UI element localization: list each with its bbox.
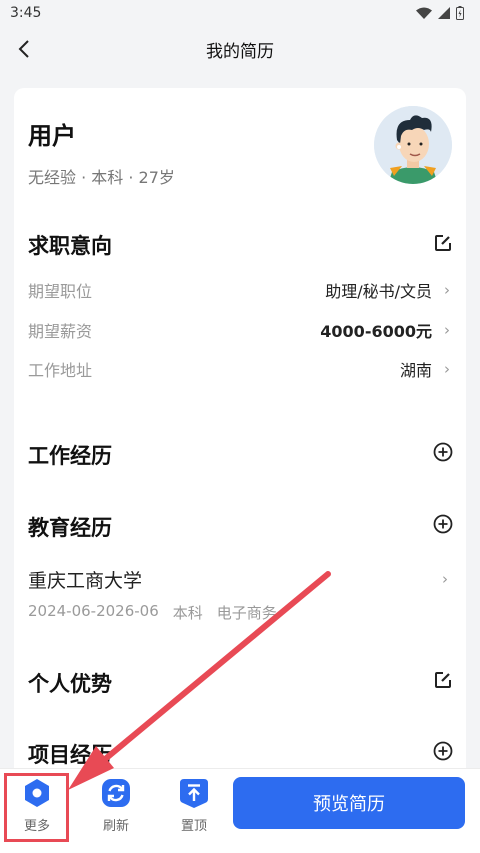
- user-meta: 无经验 · 本科 · 27岁: [28, 168, 175, 187]
- add-circle-icon: [433, 741, 453, 761]
- expected-salary-row[interactable]: 期望薪资 4000-6000元 ›: [28, 317, 452, 343]
- status-icons: [416, 6, 464, 20]
- chevron-right-icon: ›: [444, 281, 450, 299]
- edit-job-intent-button[interactable]: [432, 232, 454, 254]
- edit-icon: [435, 235, 451, 251]
- avatar[interactable]: [374, 106, 452, 184]
- education-major: 电子商务: [216, 604, 277, 622]
- row-label: 工作地址: [28, 361, 93, 380]
- row-label: 期望薪资: [28, 322, 93, 341]
- job-intent-title: 求职意向: [28, 234, 112, 258]
- refresh-icon: [100, 777, 132, 809]
- add-work-experience-button[interactable]: [432, 441, 454, 463]
- expected-position-row[interactable]: 期望职位 助理/秘书/文员 ›: [28, 277, 452, 303]
- strengths-title: 个人优势: [28, 672, 112, 696]
- work-experience-title: 工作经历: [28, 444, 112, 468]
- navigation-bar: 我的简历: [0, 26, 480, 72]
- tab-label: 刷新: [102, 819, 129, 834]
- resume-card: 用户 无经验 · 本科 · 27岁 求职意向 期望职位 助理/秘书/文员 › 期…: [14, 88, 466, 788]
- education-title: 教育经历: [28, 516, 112, 540]
- wifi-icon: [416, 7, 432, 19]
- row-value: 4000-6000元: [320, 322, 432, 341]
- avatar-illustration: [374, 106, 452, 184]
- page-title: 我的简历: [206, 41, 274, 62]
- back-icon: [18, 40, 29, 58]
- signal-icon: [438, 7, 450, 19]
- education-degree: 本科: [172, 604, 203, 622]
- edit-icon: [435, 672, 451, 688]
- chevron-right-icon: ›: [444, 360, 450, 378]
- add-circle-icon: [433, 514, 453, 534]
- preview-resume-button[interactable]: 预览简历: [233, 777, 465, 829]
- row-value: 助理/秘书/文员: [325, 282, 432, 301]
- chevron-right-icon: ›: [444, 321, 450, 339]
- chevron-right-icon[interactable]: ›: [442, 570, 448, 588]
- tab-label: 置顶: [180, 819, 207, 834]
- battery-icon: [456, 6, 464, 20]
- add-project-button[interactable]: [432, 740, 454, 762]
- annotation-highlight-box: [4, 773, 69, 842]
- add-education-button[interactable]: [432, 513, 454, 535]
- refresh-tab[interactable]: 刷新: [86, 777, 146, 839]
- edit-strengths-button[interactable]: [432, 669, 454, 691]
- pin-top-tab[interactable]: 置顶: [164, 777, 224, 839]
- bottom-action-bar: 更多 刷新 置顶 预览简历: [0, 768, 480, 853]
- user-name: 用户: [28, 122, 76, 150]
- row-label: 期望职位: [28, 282, 93, 301]
- status-bar: 3:45: [0, 0, 480, 26]
- education-period: 2024-06-2026-06: [28, 602, 159, 620]
- row-value: 湖南: [399, 361, 432, 380]
- work-location-row[interactable]: 工作地址 湖南 ›: [28, 356, 452, 382]
- projects-title: 项目经历: [28, 743, 112, 767]
- back-button[interactable]: [12, 36, 36, 62]
- status-time: 3:45: [10, 5, 42, 21]
- education-meta: 2024-06-2026-06 本科 电子商务: [28, 602, 277, 623]
- add-circle-icon: [433, 442, 453, 462]
- pin-top-icon: [178, 777, 210, 809]
- school-name[interactable]: 重庆工商大学: [28, 566, 142, 593]
